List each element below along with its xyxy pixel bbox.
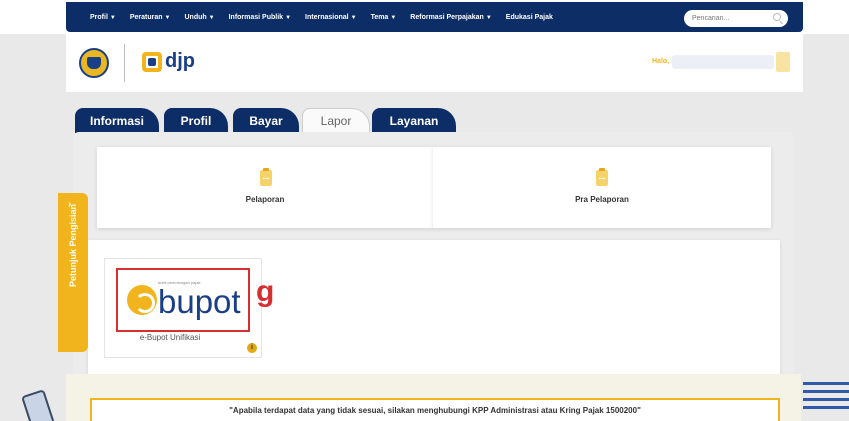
caret-down-icon: ▼ [109,14,116,21]
djp-logo[interactable]: djp [142,50,195,73]
annotation-mark: g [256,275,275,308]
notice-banner: "Apabila terdapat data yang tidak sesuai… [90,398,780,421]
caret-down-icon: ▼ [390,14,397,21]
ebupot-logo-text: bupot [158,283,241,320]
info-icon[interactable]: i [247,343,257,353]
search-input[interactable] [692,15,772,22]
nav-item-reformasi-perpajakan[interactable]: Reformasi Perpajakan ▼ [410,14,492,21]
kemenkeu-emblem-icon [79,48,109,78]
side-tab-label: Petunjuk Pengisian [68,203,78,287]
top-navbar-bar: Profil ▼ Peraturan ▼ Unduh ▼ Informasi Publ… [66,2,803,32]
document-illustration-icon [803,382,849,421]
petunjuk-pengisian-tab[interactable]: › Petunjuk Pengisian [58,193,88,352]
nav-item-peraturan[interactable]: Peraturan ▼ [130,14,171,21]
tab-profil[interactable]: Profil [164,108,228,133]
nav-item-informasi-publik[interactable]: Informasi Publik ▼ [229,14,291,21]
caret-down-icon: ▼ [164,14,171,21]
nav-item-edukasi-pajak[interactable]: Edukasi Pajak [506,14,553,21]
caret-down-icon: ▼ [208,14,215,21]
search-icon[interactable] [773,13,781,21]
nav-item-internasional[interactable]: Internasional ▼ [305,14,357,21]
user-menu-icon[interactable] [776,52,790,72]
service-card-label: Pelaporan [245,195,285,204]
clipboard-icon [596,168,608,186]
top-navbar: Profil ▼ Peraturan ▼ Unduh ▼ Informasi Publ… [0,0,849,34]
djp-logo-text: djp [165,50,195,72]
caret-down-icon: ▼ [285,14,292,21]
djp-logo-mark-icon [142,51,162,72]
service-card-label: Pra Pelaporan [575,195,629,204]
search-box [684,10,788,27]
caret-down-icon: ▼ [350,14,357,21]
service-card-pelaporan[interactable]: Pelaporan [97,147,433,228]
notice-text: "Apabila terdapat data yang tidak sesuai… [229,406,641,415]
service-card-pra-pelaporan[interactable]: Pra Pelaporan [433,147,771,228]
ebupot-logo-icon [127,285,157,315]
tab-informasi[interactable]: Informasi [75,108,159,133]
caret-down-icon: ▼ [485,14,492,21]
clipboard-check-icon [260,168,272,186]
phone-illustration-icon [21,389,55,421]
app-tile-label: e-Bupot Unifikasi [139,333,201,342]
site-header: djp Halo, [66,34,803,92]
nav-item-unduh[interactable]: Unduh ▼ [184,14,214,21]
nav-menu: Profil ▼ Peraturan ▼ Unduh ▼ Informasi Publ… [90,2,553,32]
nav-item-tema[interactable]: Tema ▼ [371,14,397,21]
tab-layanan[interactable]: Layanan [372,108,456,133]
tab-bayar[interactable]: Bayar [233,108,299,133]
greeting-text: Halo, [652,58,670,65]
tab-lapor[interactable]: Lapor [302,108,370,133]
user-name-redacted[interactable] [672,55,774,69]
nav-item-profil[interactable]: Profil ▼ [90,14,116,21]
logo-divider [124,44,125,82]
